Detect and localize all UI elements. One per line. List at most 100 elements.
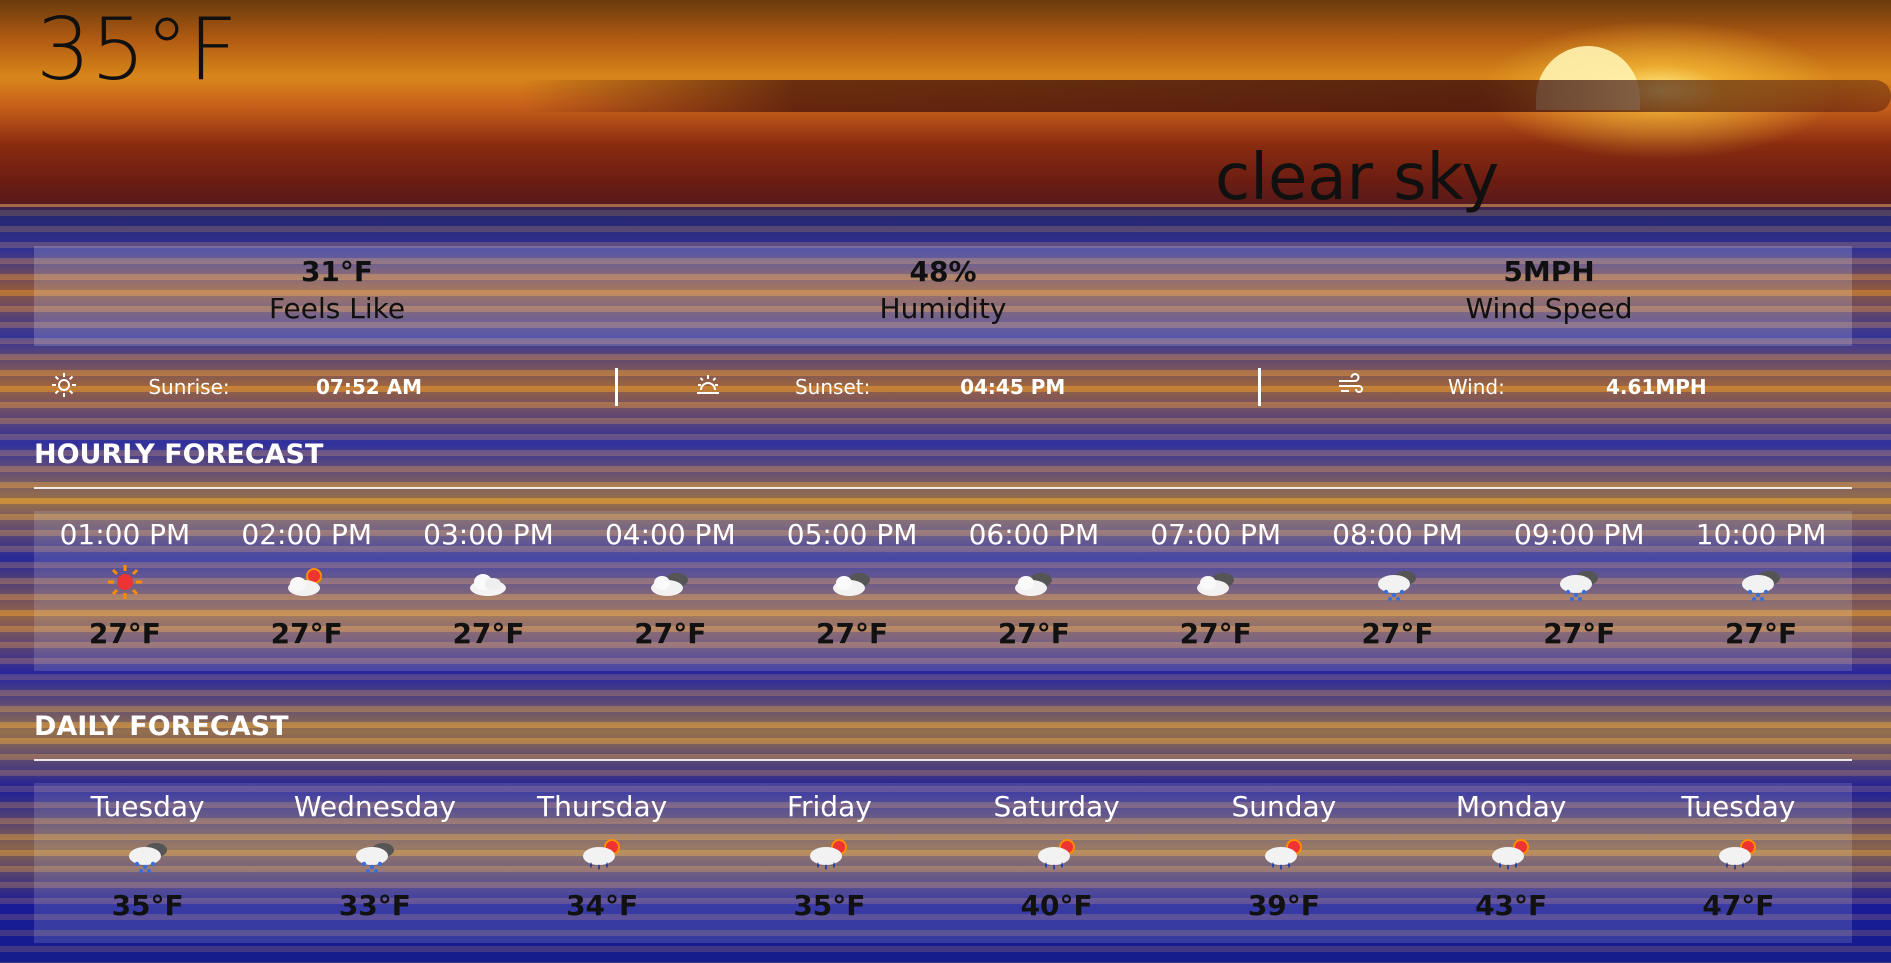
cloud-band (520, 80, 1891, 112)
hour-temp: 27°F (997, 617, 1070, 650)
day-item: Monday 43°F (1398, 783, 1625, 943)
hour-temp: 27°F (816, 617, 889, 650)
hourly-panel: 01:00 PM 27°F 02:00 PM 27°F 03:00 PM 27°… (34, 511, 1852, 671)
day-temp: 33°F (338, 889, 411, 922)
stat-humidity: 48% Humidity (640, 246, 1246, 346)
daily-panel: Tuesday 35°F Wednesday 33°F Thursday 34°… (34, 783, 1852, 943)
hour-time: 08:00 PM (1332, 518, 1463, 551)
sunny-icon (107, 565, 142, 599)
hour-time: 06:00 PM (968, 518, 1100, 551)
day-temp: 35°F (793, 889, 866, 922)
sunset-icon (678, 372, 738, 403)
hour-time: 01:00 PM (59, 518, 191, 551)
hour-temp: 27°F (634, 617, 707, 650)
day-name: Friday (786, 790, 872, 823)
rain-sun-icon (583, 839, 621, 870)
hour-time: 02:00 PM (241, 518, 373, 551)
day-name: Sunday (1231, 790, 1337, 823)
snow-cloud-icon (128, 843, 167, 873)
day-temp: 39°F (1247, 889, 1320, 922)
day-item: Saturday 40°F (943, 783, 1170, 943)
day-item: Friday 35°F (716, 783, 943, 943)
stat-label: Wind Speed (1465, 292, 1633, 325)
sun-icon (34, 372, 94, 403)
day-temp: 35°F (111, 889, 184, 922)
hour-time: 03:00 PM (423, 518, 554, 551)
hour-time: 07:00 PM (1150, 518, 1281, 551)
hour-item: 10:00 PM 27°F (1670, 511, 1852, 671)
hour-temp: 27°F (1725, 617, 1798, 650)
cloudy-icon (1014, 573, 1052, 596)
day-name: Thursday (537, 790, 668, 823)
day-item: Wednesday 33°F (261, 783, 488, 943)
rain-sun-icon (1492, 839, 1530, 870)
hour-temp: 27°F (88, 617, 161, 650)
wind-label: Wind: (1447, 375, 1505, 399)
hour-temp: 27°F (270, 617, 343, 650)
cloud-icon (470, 574, 507, 596)
hour-item: 06:00 PM 27°F (943, 511, 1125, 671)
day-name: Tuesday (1681, 790, 1796, 823)
hour-item: 05:00 PM 27°F (761, 511, 943, 671)
rain-sun-icon (1719, 839, 1757, 870)
stat-label: Feels Like (268, 292, 406, 325)
wind-value: 4.61MPH (1606, 375, 1707, 399)
stats-panel: 31°F Feels Like 48% Humidity 5MPH Wind S… (34, 246, 1852, 346)
daily-forecast-title: DAILY FORECAST (34, 711, 289, 742)
hourly-divider (34, 487, 1852, 489)
stat-value: 31°F (300, 255, 374, 288)
day-temp: 43°F (1475, 889, 1548, 922)
day-item: Sunday 39°F (1170, 783, 1397, 943)
day-item: Tuesday 47°F (1625, 783, 1852, 943)
hour-item: 01:00 PM 27°F (34, 511, 216, 671)
divider (614, 368, 618, 406)
sunset-value: 04:45 PM (960, 375, 1066, 399)
rain-sun-icon (1037, 839, 1075, 870)
stat-value: 48% (909, 255, 977, 288)
partly-sunny-icon (287, 568, 322, 596)
snow-cloud-icon (355, 843, 394, 873)
day-temp: 34°F (566, 889, 639, 922)
stat-feels-like: 31°F Feels Like (34, 246, 640, 346)
details-row: Sunrise: 07:52 AM Sunset: 04:45 PM Wind:… (34, 366, 1852, 408)
day-temp: 40°F (1020, 889, 1093, 922)
hour-item: 02:00 PM 27°F (216, 511, 398, 671)
horizon-line (0, 204, 1891, 207)
hour-time: 04:00 PM (604, 518, 736, 551)
wind-group: Wind: 4.61MPH (1321, 372, 1852, 403)
rain-sun-icon (810, 839, 848, 870)
sunset-label: Sunset: (794, 375, 871, 399)
stat-wind-speed: 5MPH Wind Speed (1246, 246, 1852, 346)
hour-time: 05:00 PM (786, 518, 918, 551)
day-item: Thursday 34°F (489, 783, 716, 943)
hour-time: 10:00 PM (1695, 518, 1827, 551)
day-name: Tuesday (90, 790, 205, 823)
cloudy-icon (1196, 573, 1234, 596)
divider (1258, 368, 1262, 406)
weather-description: clear sky (1215, 141, 1500, 215)
rain-sun-icon (1264, 839, 1302, 870)
hour-item: 09:00 PM 27°F (1488, 511, 1670, 671)
hour-temp: 27°F (1543, 617, 1616, 650)
hour-temp: 27°F (1361, 617, 1434, 650)
cloudy-icon (833, 573, 871, 596)
sunset-group: Sunset: 04:45 PM (678, 372, 1209, 403)
daily-divider (34, 759, 1852, 761)
cloudy-icon (651, 573, 689, 596)
sunrise-group: Sunrise: 07:52 AM (34, 372, 565, 403)
day-name: Saturday (993, 790, 1120, 823)
hour-item: 03:00 PM 27°F (398, 511, 580, 671)
hour-item: 08:00 PM 27°F (1307, 511, 1489, 671)
snow-cloud-icon (1378, 571, 1417, 601)
hour-item: 04:00 PM 27°F (579, 511, 761, 671)
day-temp: 47°F (1702, 889, 1775, 922)
current-temperature: 35°F (36, 0, 238, 100)
hour-temp: 27°F (452, 617, 525, 650)
hour-item: 07:00 PM 27°F (1125, 511, 1307, 671)
stat-value: 5MPH (1503, 255, 1595, 288)
sunrise-label: Sunrise: (148, 375, 230, 399)
snow-cloud-icon (1560, 571, 1599, 601)
hourly-forecast-title: HOURLY FORECAST (34, 439, 324, 470)
stat-label: Humidity (879, 292, 1007, 325)
wind-icon (1321, 372, 1381, 403)
